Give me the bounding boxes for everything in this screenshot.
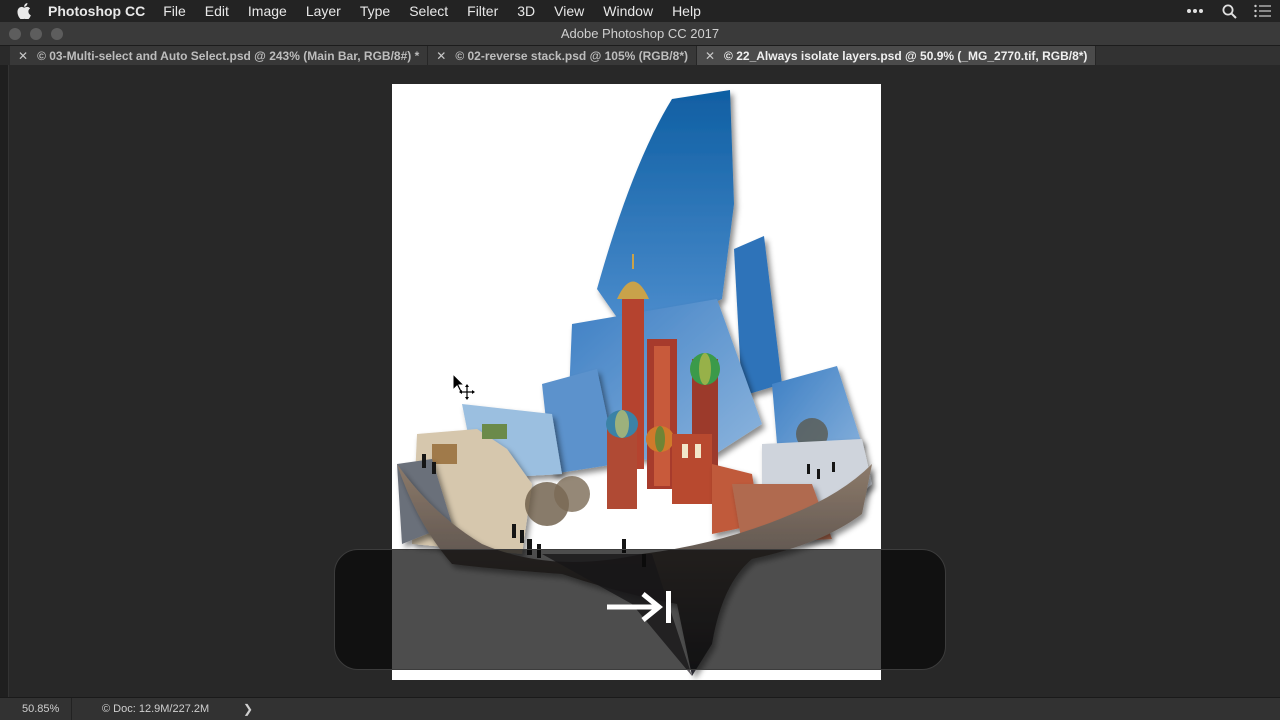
- search-icon[interactable]: [1212, 4, 1246, 19]
- menu-3d[interactable]: 3D: [517, 3, 535, 19]
- menu-edit[interactable]: Edit: [205, 3, 229, 19]
- menu-bar: Photoshop CC File Edit Image Layer Type …: [0, 0, 1280, 22]
- menu-file[interactable]: File: [163, 3, 186, 19]
- tab-reverse-stack[interactable]: ✕ © 02-reverse stack.psd @ 105% (RGB/8*): [428, 46, 697, 65]
- menu-app-name[interactable]: Photoshop CC: [48, 3, 145, 19]
- status-menu-arrow-icon[interactable]: ❯: [243, 702, 253, 716]
- menu-select[interactable]: Select: [409, 3, 448, 19]
- window-title: Adobe Photoshop CC 2017: [560, 26, 720, 41]
- menu-image[interactable]: Image: [248, 3, 287, 19]
- tab-key-icon: [605, 589, 675, 630]
- menu-filter[interactable]: Filter: [467, 3, 498, 19]
- close-tab-icon[interactable]: ✕: [705, 49, 715, 63]
- more-icon[interactable]: [1178, 8, 1212, 14]
- menu-layer[interactable]: Layer: [306, 3, 341, 19]
- tab-always-isolate-layers[interactable]: ✕ © 22_Always isolate layers.psd @ 50.9%…: [696, 46, 1097, 65]
- doc-size-info[interactable]: © Doc: 12.9M/227.2M: [102, 703, 209, 715]
- keystroke-overlay: [334, 549, 946, 670]
- tab-multi-select[interactable]: ✕ © 03-Multi-select and Auto Select.psd …: [10, 46, 429, 65]
- minimize-window-button[interactable]: [30, 28, 42, 40]
- window-controls: [9, 28, 63, 40]
- menu-type[interactable]: Type: [360, 3, 390, 19]
- tab-label: © 02-reverse stack.psd @ 105% (RGB/8*): [455, 48, 688, 63]
- close-tab-icon[interactable]: ✕: [18, 49, 28, 63]
- document-tab-bar: ✕ © 03-Multi-select and Auto Select.psd …: [0, 46, 1280, 65]
- tab-bar-gutter: [0, 46, 10, 65]
- zoom-window-button[interactable]: [51, 28, 63, 40]
- menu-help[interactable]: Help: [672, 3, 701, 19]
- menu-view[interactable]: View: [554, 3, 584, 19]
- menu-window[interactable]: Window: [603, 3, 653, 19]
- tab-label: © 22_Always isolate layers.psd @ 50.9% (…: [724, 48, 1088, 63]
- toolbar-edge: [0, 65, 9, 697]
- move-tool-cursor-icon: [452, 372, 478, 406]
- close-window-button[interactable]: [9, 28, 21, 40]
- close-tab-icon[interactable]: ✕: [436, 49, 446, 63]
- tab-label: © 03-Multi-select and Auto Select.psd @ …: [37, 48, 420, 63]
- notification-list-icon[interactable]: [1246, 4, 1280, 18]
- apple-logo-icon[interactable]: [0, 3, 48, 19]
- zoom-level-field[interactable]: 50.85%: [0, 698, 72, 720]
- status-bar: 50.85% © Doc: 12.9M/227.2M ❯: [0, 697, 1280, 720]
- window-title-bar: Adobe Photoshop CC 2017: [0, 22, 1280, 46]
